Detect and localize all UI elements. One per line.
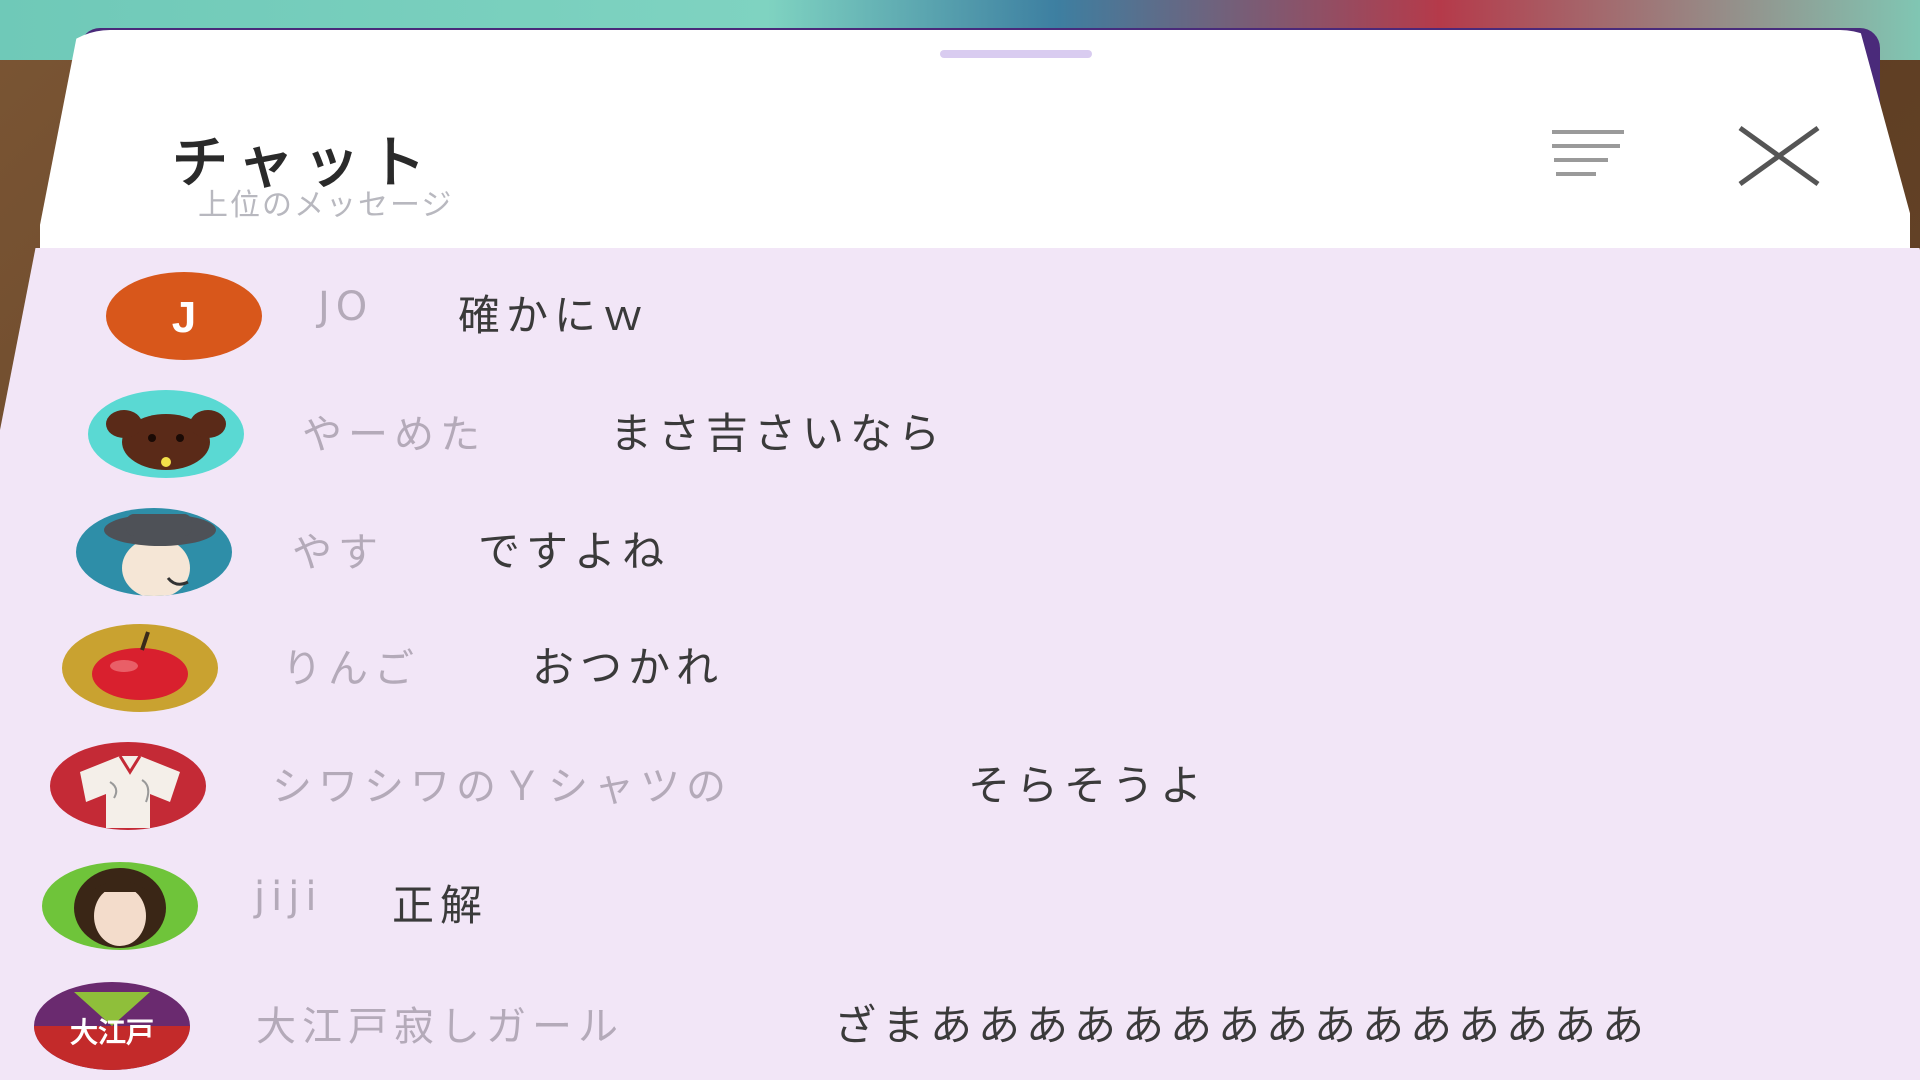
filter-icon: [1552, 130, 1624, 176]
message-text: まさ吉さいなら: [610, 409, 947, 458]
chat-message[interactable]: シワシワのＹシャツの そらそうよ: [50, 742, 1920, 852]
message-author[interactable]: やす: [292, 520, 384, 578]
message-text: そらそうよ: [968, 761, 1209, 810]
close-icon: [1738, 125, 1820, 187]
apple-avatar[interactable]: [62, 624, 218, 712]
filter-button[interactable]: [1548, 122, 1628, 192]
chat-message[interactable]: りんご おつかれ: [62, 624, 1920, 734]
message-author[interactable]: シワシワのＹシャツの: [272, 754, 732, 812]
message-author[interactable]: りんご: [282, 636, 420, 694]
chat-header: チャット 上位のメッセージ: [40, 30, 1910, 251]
message-author[interactable]: JO: [318, 284, 373, 330]
message-author[interactable]: やーめた: [302, 402, 486, 460]
chat-message[interactable]: J JO 確かにｗ: [106, 272, 1906, 382]
message-text: 正解: [392, 881, 489, 930]
shirt-avatar[interactable]: [50, 742, 206, 830]
close-button[interactable]: [1730, 118, 1830, 198]
avatar-logo-text: 大江戸: [70, 1016, 154, 1049]
message-text: ですよね: [478, 527, 671, 576]
chat-message-list[interactable]: J JO 確かにｗ やーめた まさ吉さいなら やす ですよね りんご おつかれ …: [0, 248, 1920, 1080]
dog-avatar[interactable]: [88, 390, 244, 478]
chat-mode-label[interactable]: 上位のメッセージ: [198, 180, 453, 224]
letter-avatar[interactable]: J: [106, 272, 262, 360]
curly-hair-avatar[interactable]: [42, 862, 198, 950]
message-author[interactable]: 大江戸寂しガール: [256, 994, 624, 1052]
chat-message[interactable]: やーめた まさ吉さいなら: [88, 390, 1908, 500]
chat-sheet: チャット 上位のメッセージ J JO 確かにｗ やーめた まさ吉さいなら やす …: [0, 30, 1920, 1080]
oedo-logo-avatar[interactable]: 大江戸: [34, 982, 190, 1070]
chat-message[interactable]: やす ですよね: [76, 508, 1916, 618]
chat-message[interactable]: 大江戸 大江戸寂しガール ざまあああああああああああああああ: [34, 982, 1920, 1080]
person-hat-avatar[interactable]: [76, 508, 232, 596]
message-text: 確かにｗ: [458, 291, 651, 340]
chat-message[interactable]: jiji 正解: [42, 862, 1920, 972]
message-text: ざまあああああああああああああああ: [834, 1001, 1651, 1050]
message-author[interactable]: jiji: [254, 874, 322, 920]
screen: チャット 上位のメッセージ J JO 確かにｗ やーめた まさ吉さいなら やす …: [0, 0, 1920, 1080]
message-text: おつかれ: [532, 643, 725, 692]
avatar-letter: J: [172, 293, 196, 342]
drag-handle[interactable]: [940, 50, 1092, 58]
